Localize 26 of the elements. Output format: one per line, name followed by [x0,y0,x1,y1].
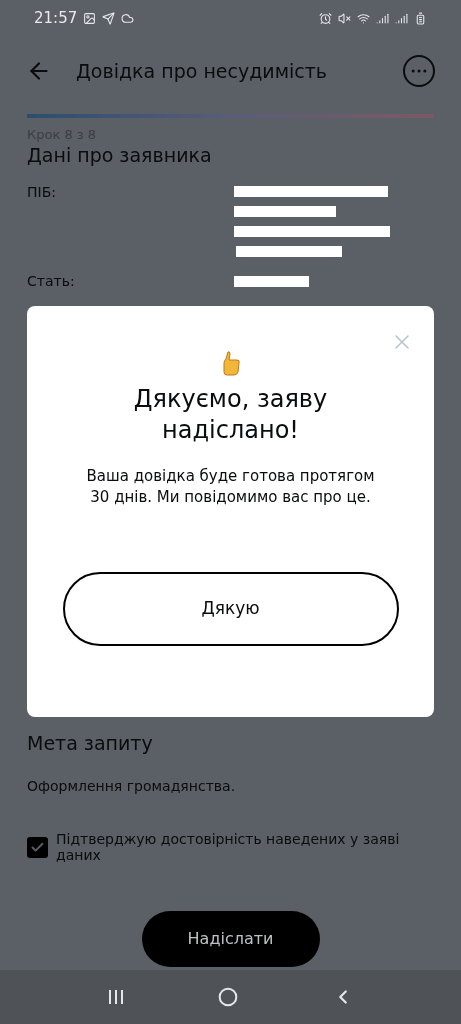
alarm-icon [319,11,332,25]
signal-icon [376,11,389,25]
page-title: Довідка про несудимість [76,58,328,84]
section-title: Дані про заявника [27,143,213,167]
thumbs-up-icon [220,350,241,376]
send-icon [102,11,116,25]
battery-icon [414,11,427,25]
home-icon[interactable] [218,987,239,1007]
recent-apps-icon[interactable] [106,988,125,1006]
dialog-message: Ваша довідка буде готова протягом 30 днів. Ми повідомимо вас про це. [85,466,376,508]
submit-button[interactable]: Надіслати [141,910,320,967]
purpose-title: Мета запиту [27,731,154,756]
cloud-icon [121,11,135,25]
wifi-icon [357,11,370,25]
confirm-label: Підтверджую достовірність наведених у заяві даних [56,830,401,863]
more-button[interactable] [403,55,435,87]
field-label: Стать: [27,272,76,291]
dialog-title: Дякуємо, заяву надіслано! [132,384,329,446]
purpose-value: Оформлення громадянства. [27,776,237,796]
field-label: ПІБ: [27,183,57,202]
mute-icon [338,11,351,25]
thanks-button[interactable]: Дякую [62,572,399,646]
confirm-checkbox[interactable] [27,836,48,858]
status-time: 21:57 [34,7,78,29]
signal-icon [395,11,408,25]
image-icon [83,11,97,25]
